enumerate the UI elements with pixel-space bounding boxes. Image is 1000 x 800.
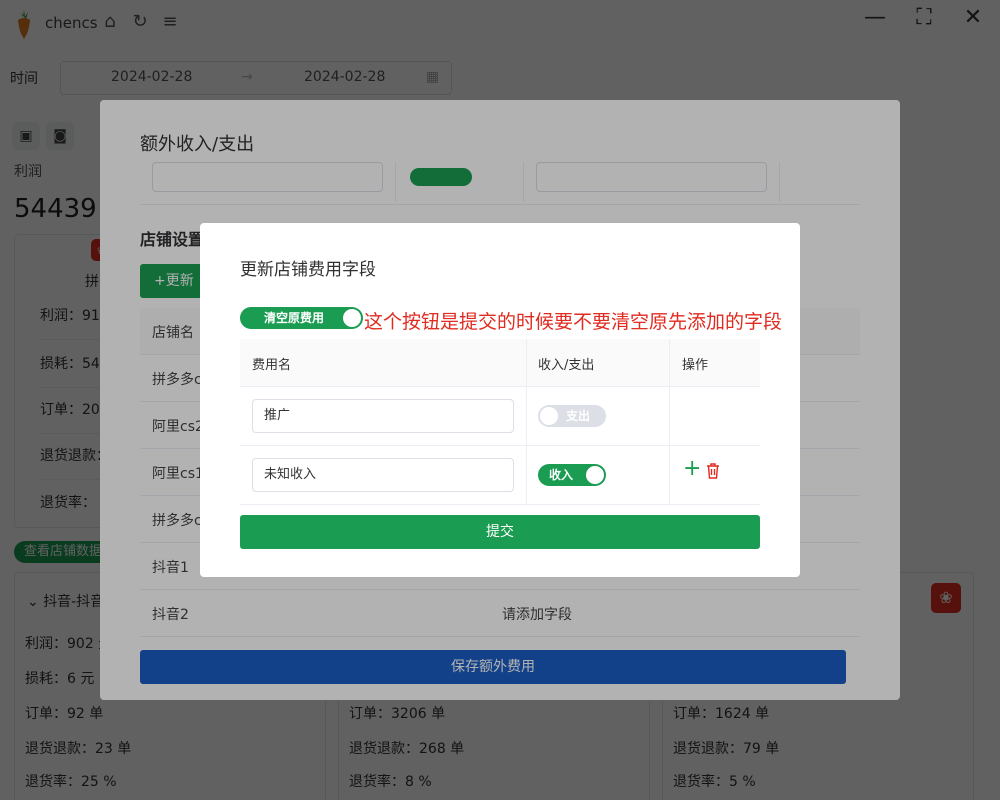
clear-original-fee-switch[interactable]: 清空原费用 — [240, 307, 363, 329]
fee-fields-table: 费用名 收入/支出 操作 推广 支出 未知收入 收入 + — [240, 339, 760, 505]
annotation-text: 这个按钮是提交的时候要不要清空原先添加的字段 — [364, 311, 783, 333]
fee-name-input[interactable]: 推广 — [252, 399, 514, 433]
column-header: 费用名 — [252, 358, 292, 373]
add-row-icon[interactable]: + — [683, 458, 701, 480]
switch-knob — [540, 407, 558, 425]
column-header: 操作 — [682, 358, 709, 373]
switch-knob — [586, 466, 604, 484]
switch-knob — [343, 309, 361, 327]
column-header: 收入/支出 — [538, 358, 595, 373]
income-expense-switch[interactable]: 收入 — [538, 464, 606, 486]
submit-button[interactable]: 提交 — [240, 515, 760, 549]
table-row: 未知收入 收入 + — [240, 446, 760, 505]
table-header: 费用名 收入/支出 操作 — [240, 339, 760, 387]
table-row: 推广 支出 — [240, 387, 760, 446]
dialog-title: 更新店铺费用字段 — [240, 260, 376, 280]
update-shop-fee-fields-dialog: 更新店铺费用字段 清空原费用 费用名 收入/支出 操作 推广 支出 未知收入 收… — [200, 223, 800, 577]
delete-icon[interactable] — [706, 463, 720, 479]
fee-name-input[interactable]: 未知收入 — [252, 458, 514, 492]
income-expense-switch[interactable]: 支出 — [538, 405, 606, 427]
